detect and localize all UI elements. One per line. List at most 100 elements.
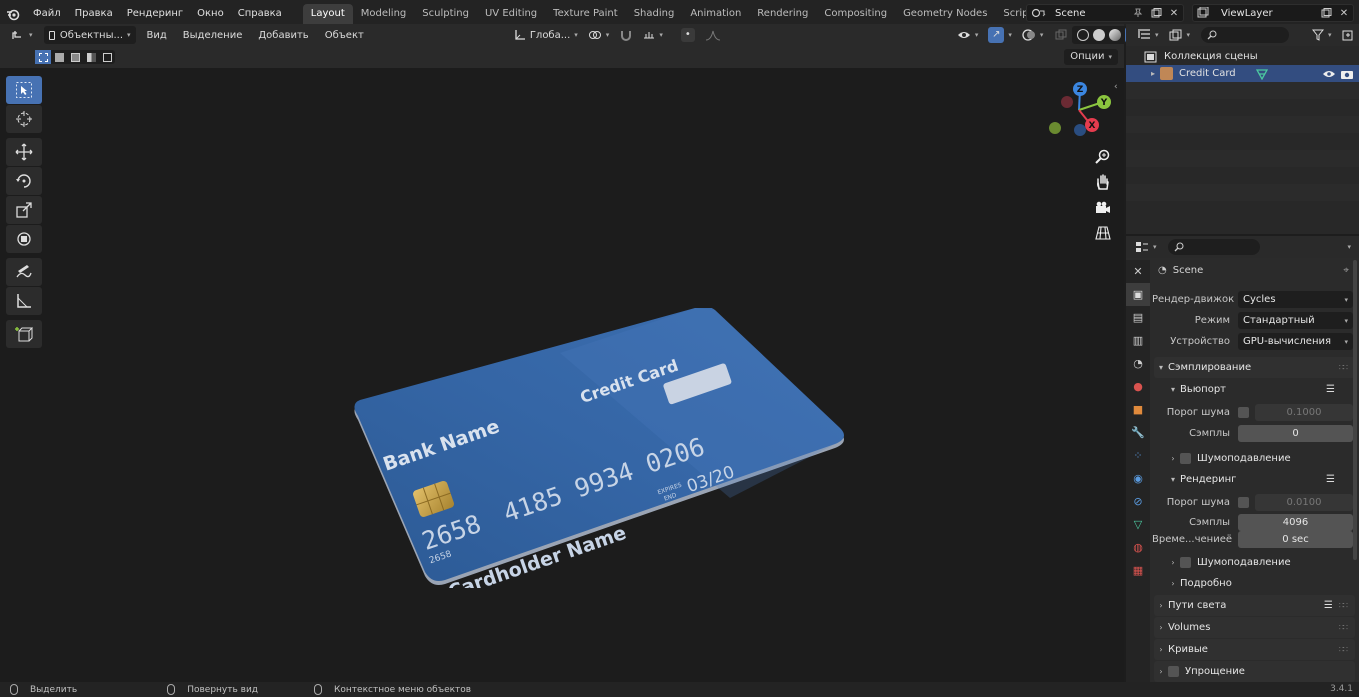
axis-neg-z-icon[interactable] <box>1074 124 1086 136</box>
rotate-tool[interactable] <box>6 167 42 195</box>
select-new-icon[interactable] <box>35 50 51 64</box>
vp-noise-threshold-checkbox[interactable] <box>1238 407 1249 418</box>
solid-shading-icon[interactable] <box>1093 29 1106 41</box>
overlays-dropdown[interactable]: ▾ <box>1017 26 1049 44</box>
select-intersect-icon[interactable] <box>99 50 115 64</box>
presets-list-icon[interactable]: ☰ <box>1324 600 1333 611</box>
tab-layout[interactable]: Layout <box>302 4 353 24</box>
scene-name[interactable]: Scene <box>1051 8 1129 19</box>
vp-denoise-checkbox[interactable] <box>1180 453 1191 464</box>
annotate-tool[interactable] <box>6 258 42 286</box>
pan-hand-icon[interactable] <box>1092 171 1114 193</box>
pin-icon[interactable]: ⌖ <box>1343 265 1349 276</box>
drag-handle-icon[interactable]: ∷∷ <box>1339 645 1348 654</box>
wireframe-shading-icon[interactable] <box>1077 29 1090 41</box>
new-collection-icon[interactable] <box>1337 26 1359 44</box>
tab-modifiers[interactable]: 🔧 <box>1126 421 1150 444</box>
r-samples-field[interactable]: 4096 <box>1238 513 1353 531</box>
sidebar-toggle-icon[interactable]: ‹ <box>1114 82 1118 92</box>
tab-object[interactable]: ■ <box>1126 398 1150 421</box>
tab-data[interactable]: ▽ <box>1126 513 1150 536</box>
snap-target-dropdown[interactable]: ▾ <box>638 26 668 44</box>
zoom-icon[interactable] <box>1092 146 1114 168</box>
time-limit-field[interactable]: 0 sec <box>1238 531 1353 548</box>
tab-physics[interactable]: ◉ <box>1126 467 1150 490</box>
editor-type-button[interactable]: ▾ <box>6 26 38 44</box>
view-layer-name[interactable]: ViewLayer <box>1217 8 1317 19</box>
vp-noise-threshold-field[interactable]: 0.1000 <box>1255 404 1353 421</box>
select-invert-icon[interactable] <box>83 50 99 64</box>
tab-output[interactable]: ▤ <box>1126 306 1150 329</box>
tab-uv-editing[interactable]: UV Editing <box>477 4 545 24</box>
axis-neg-x-icon[interactable] <box>1061 96 1073 108</box>
render-subpanel-header[interactable]: ▾ Рендеринг ☰ <box>1152 469 1357 490</box>
tab-rendering[interactable]: Rendering <box>749 4 816 24</box>
tab-render[interactable]: ▣ <box>1126 283 1150 306</box>
mode-dropdown[interactable]: Объектны... ▾ <box>43 26 136 44</box>
tab-shading[interactable]: Shading <box>626 4 683 24</box>
viewport-subpanel-header[interactable]: ▾ Вьюпорт ☰ <box>1152 379 1357 400</box>
advanced-subpanel[interactable]: › Подробно <box>1152 573 1357 594</box>
tab-world[interactable]: ● <box>1126 375 1150 398</box>
select-box-tool[interactable] <box>6 76 42 104</box>
mesh-data-icon[interactable] <box>1255 68 1268 80</box>
tab-texture[interactable]: ▦ <box>1126 559 1150 582</box>
tab-texture-paint[interactable]: Texture Paint <box>545 4 626 24</box>
chevron-down-icon[interactable]: ▾ <box>1347 243 1351 251</box>
tab-view-layer[interactable]: ▥ <box>1126 329 1150 352</box>
tab-material[interactable]: ◍ <box>1126 536 1150 559</box>
camera-view-icon[interactable] <box>1092 197 1114 219</box>
menu-object[interactable]: Объект <box>320 26 369 44</box>
properties-scrollbar[interactable] <box>1353 260 1357 560</box>
tab-scene[interactable]: ◔ <box>1126 352 1150 375</box>
vp-samples-field[interactable]: 0 <box>1238 425 1353 442</box>
r-noise-threshold-checkbox[interactable] <box>1238 497 1249 508</box>
expand-arrow-icon[interactable]: ▸ <box>1146 69 1160 78</box>
scene-selector[interactable]: Scene ✕ <box>1026 4 1184 22</box>
outliner-scene-collection[interactable]: Коллекция сцены <box>1126 48 1359 65</box>
falloff-dropdown[interactable] <box>700 26 726 44</box>
menu-help[interactable]: Справка <box>231 3 289 25</box>
r-denoise-subpanel[interactable]: › Шумоподавление <box>1152 552 1357 573</box>
add-cube-tool[interactable] <box>6 320 42 348</box>
eye-icon[interactable] <box>1323 69 1335 79</box>
presets-list-icon[interactable]: ☰ <box>1326 384 1335 395</box>
r-denoise-checkbox[interactable] <box>1180 557 1191 568</box>
drag-handle-icon[interactable]: ∷∷ <box>1339 363 1348 372</box>
render-engine-dropdown[interactable]: Cycles ▾ <box>1238 291 1353 308</box>
properties-search-input[interactable] <box>1167 239 1260 255</box>
curves-panel-header[interactable]: › Кривые ∷∷ <box>1154 639 1355 660</box>
3d-viewport[interactable]: Bank Name Credit Card 2658 4185 9934 020… <box>0 68 1124 682</box>
menu-select[interactable]: Выделение <box>178 26 248 44</box>
menu-view[interactable]: Вид <box>142 26 172 44</box>
mode-dropdown[interactable]: Стандартный ▾ <box>1238 312 1353 329</box>
pivot-point-dropdown[interactable]: ▾ <box>583 26 615 44</box>
perspective-grid-icon[interactable] <box>1092 222 1114 244</box>
menu-render[interactable]: Рендеринг <box>120 3 190 25</box>
axis-neg-y-icon[interactable] <box>1049 122 1061 134</box>
tab-modeling[interactable]: Modeling <box>353 4 415 24</box>
menu-file[interactable]: Файл <box>26 3 68 25</box>
close-icon[interactable]: ✕ <box>1165 5 1183 21</box>
view-layer-selector[interactable]: ViewLayer ✕ <box>1192 4 1354 22</box>
menu-add[interactable]: Добавить <box>253 26 313 44</box>
gizmo-dropdown[interactable]: ↗ ▾ <box>983 26 1017 44</box>
camera-render-icon[interactable] <box>1341 69 1353 79</box>
measure-tool[interactable] <box>6 287 42 315</box>
transform-tool[interactable] <box>6 225 42 253</box>
presets-list-icon[interactable]: ☰ <box>1326 474 1335 485</box>
device-dropdown[interactable]: GPU-вычисления ▾ <box>1238 333 1353 350</box>
scale-tool[interactable] <box>6 196 42 224</box>
cursor-tool[interactable] <box>6 105 42 133</box>
outliner-item-credit-card[interactable]: ▸ Credit Card <box>1126 65 1359 82</box>
close-icon[interactable]: ✕ <box>1335 5 1353 21</box>
navigation-gizmo[interactable]: Z Y X <box>1044 78 1124 148</box>
volumes-panel-header[interactable]: › Volumes ∷∷ <box>1154 617 1355 638</box>
light-paths-panel-header[interactable]: › Пути света ☰ ∷∷ <box>1154 595 1355 616</box>
tab-tool[interactable]: ✕ <box>1126 260 1150 283</box>
properties-editor-type-button[interactable]: ▾ <box>1130 238 1162 256</box>
drag-handle-icon[interactable]: ∷∷ <box>1339 623 1348 632</box>
credit-card-object[interactable]: Bank Name Credit Card 2658 4185 9934 020… <box>350 308 850 588</box>
xray-toggle[interactable] <box>1050 26 1072 44</box>
menu-edit[interactable]: Правка <box>68 3 120 25</box>
